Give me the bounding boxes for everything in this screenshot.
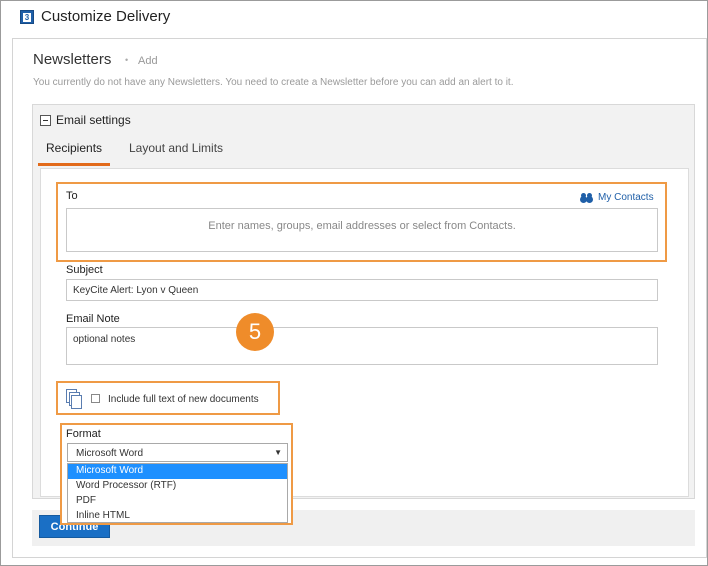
my-contacts-label: My Contacts	[598, 192, 654, 203]
my-contacts-link[interactable]: My Contacts	[581, 192, 654, 203]
contacts-icon	[581, 193, 595, 202]
subject-input[interactable]: KeyCite Alert: Lyon v Queen	[66, 279, 658, 301]
add-newsletter-link[interactable]: Add	[138, 55, 158, 67]
format-option-microsoft-word[interactable]: Microsoft Word	[68, 464, 287, 479]
newsletters-title: Newsletters	[33, 51, 112, 68]
to-input[interactable]: Enter names, groups, email addresses or …	[66, 208, 658, 252]
separator-dot: •	[125, 55, 129, 65]
to-label: To	[66, 190, 78, 202]
chevron-down-icon: ▼	[274, 448, 282, 457]
documents-icon	[66, 389, 82, 409]
format-option-pdf[interactable]: PDF	[68, 494, 287, 509]
format-label: Format	[66, 428, 101, 440]
format-selected-value: Microsoft Word	[76, 448, 144, 459]
format-select[interactable]: Microsoft Word ▼	[67, 443, 288, 462]
format-option-rtf[interactable]: Word Processor (RTF)	[68, 479, 287, 494]
full-text-checkbox[interactable]	[91, 394, 100, 403]
active-tab-indicator	[38, 163, 110, 166]
format-dropdown-list: Microsoft Word Word Processor (RTF) PDF …	[67, 463, 288, 523]
tab-layout-and-limits[interactable]: Layout and Limits	[129, 141, 223, 155]
email-settings-title: Email settings	[56, 113, 131, 127]
format-option-inline-html[interactable]: Inline HTML	[68, 509, 287, 524]
full-text-label: Include full text of new documents	[108, 394, 259, 405]
step-callout-badge: 5	[236, 313, 274, 351]
page-title: Customize Delivery	[41, 8, 171, 25]
tab-recipients[interactable]: Recipients	[46, 141, 102, 155]
subject-label: Subject	[66, 264, 103, 276]
step-number-icon: 3	[20, 10, 34, 24]
newsletters-message: You currently do not have any Newsletter…	[33, 77, 514, 88]
collapse-icon[interactable]	[40, 115, 51, 126]
email-note-textarea[interactable]: optional notes	[66, 327, 658, 365]
email-note-label: Email Note	[66, 313, 120, 325]
